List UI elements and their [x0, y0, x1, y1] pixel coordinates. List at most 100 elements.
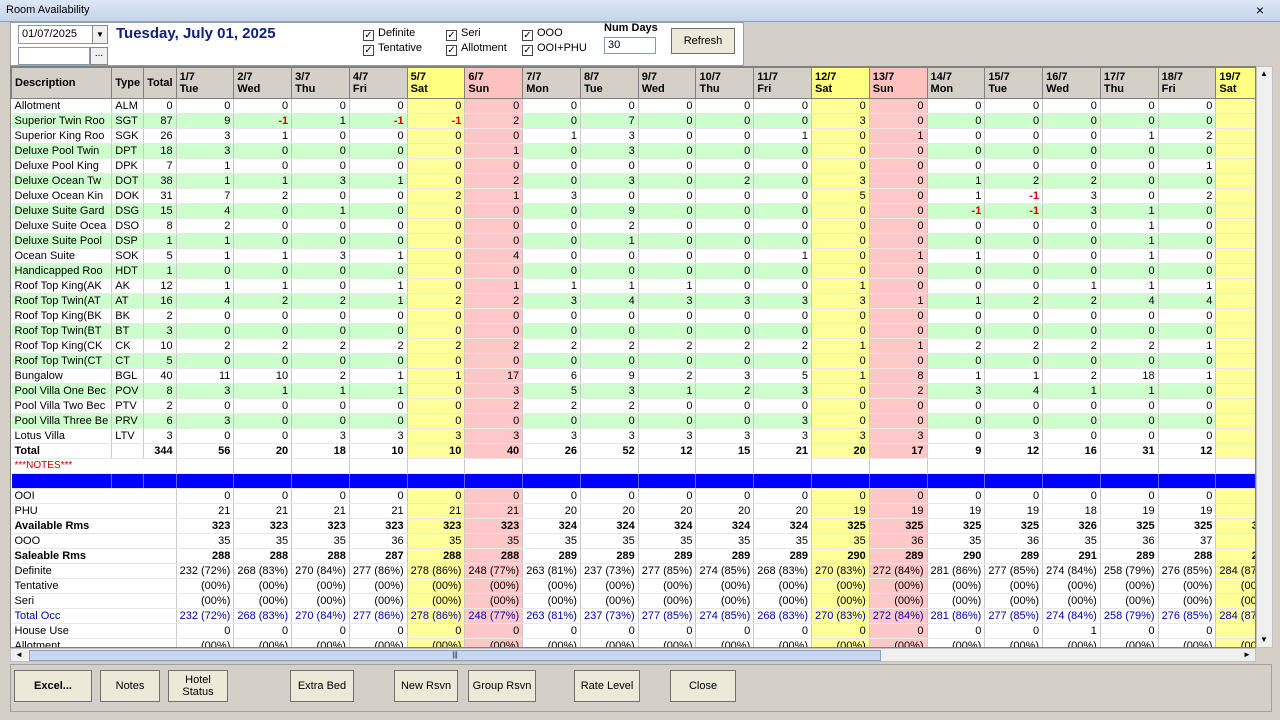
availability-cell[interactable]: 2: [407, 188, 466, 204]
availability-cell[interactable]: 0: [984, 233, 1044, 249]
availability-cell[interactable]: 0: [1158, 173, 1217, 189]
availability-cell[interactable]: 0: [869, 413, 928, 429]
availability-cell[interactable]: 0: [580, 248, 639, 264]
availability-cell[interactable]: 1: [291, 113, 350, 129]
availability-cell[interactable]: 0: [811, 128, 870, 144]
availability-cell[interactable]: 0: [1158, 248, 1217, 264]
availability-cell[interactable]: 0: [291, 323, 350, 339]
availability-cell[interactable]: 0: [407, 143, 466, 159]
availability-cell[interactable]: 0: [580, 353, 639, 369]
availability-cell[interactable]: 0: [291, 143, 350, 159]
availability-cell[interactable]: 1: [349, 368, 408, 384]
availability-cell[interactable]: 0: [407, 308, 466, 324]
notes-cell[interactable]: [1215, 458, 1255, 474]
availability-cell[interactable]: 3: [580, 428, 639, 444]
availability-cell[interactable]: 0: [1158, 308, 1217, 324]
availability-cell[interactable]: 3: [580, 173, 639, 189]
availability-cell[interactable]: 0: [580, 413, 639, 429]
availability-cell[interactable]: 0: [233, 98, 293, 114]
availability-cell[interactable]: 0: [869, 353, 928, 369]
availability-cell[interactable]: 1: [233, 248, 293, 264]
availability-cell[interactable]: 0: [811, 143, 870, 159]
availability-cell[interactable]: 0: [695, 413, 755, 429]
availability-cell[interactable]: -1: [407, 113, 466, 129]
room-row[interactable]: Deluxe Pool TwinDPT183000010300000000000…: [11, 143, 1255, 159]
availability-cell[interactable]: 0: [695, 113, 755, 129]
availability-cell[interactable]: 0: [1215, 128, 1255, 144]
availability-cell[interactable]: 0: [811, 158, 870, 174]
checkbox-icon[interactable]: ✓: [446, 30, 457, 41]
availability-cell[interactable]: 0: [1215, 98, 1255, 114]
availability-cell[interactable]: 0: [638, 233, 697, 249]
availability-cell[interactable]: 0: [753, 143, 813, 159]
availability-cell[interactable]: 0: [869, 218, 928, 234]
header-day[interactable]: 14/7 Mon: [926, 67, 986, 99]
availability-cell[interactable]: 0: [869, 398, 928, 414]
availability-cell[interactable]: 0: [464, 353, 524, 369]
availability-cell[interactable]: 0: [522, 218, 581, 234]
notes-button[interactable]: Notes: [100, 670, 160, 702]
availability-cell[interactable]: 0: [1215, 173, 1255, 189]
availability-cell[interactable]: 1: [984, 368, 1044, 384]
header-day[interactable]: 19/7 Sat: [1215, 67, 1255, 99]
availability-cell[interactable]: 1: [349, 248, 408, 264]
availability-cell[interactable]: 0: [349, 323, 408, 339]
availability-cell[interactable]: 0: [349, 128, 408, 144]
scroll-up-icon[interactable]: ▲: [1260, 69, 1268, 78]
availability-cell[interactable]: 1: [464, 143, 524, 159]
availability-cell[interactable]: 2: [580, 338, 639, 354]
availability-cell[interactable]: 0: [927, 98, 986, 114]
availability-cell[interactable]: 0: [522, 143, 581, 159]
availability-cell[interactable]: -1: [984, 203, 1044, 219]
availability-cell[interactable]: 2: [407, 293, 466, 309]
availability-cell[interactable]: 0: [984, 263, 1044, 279]
extra-bed-button[interactable]: Extra Bed: [290, 670, 354, 702]
availability-cell[interactable]: 0: [176, 428, 235, 444]
availability-cell[interactable]: 0: [407, 413, 466, 429]
room-row[interactable]: Deluxe Ocean TwDOT3811310203020301220000…: [11, 173, 1255, 189]
availability-cell[interactable]: 3: [695, 368, 755, 384]
availability-cell[interactable]: 0: [407, 383, 466, 399]
availability-cell[interactable]: 0: [1042, 398, 1101, 414]
availability-cell[interactable]: 0: [695, 218, 755, 234]
checkbox-icon[interactable]: ✓: [363, 45, 374, 56]
availability-cell[interactable]: 0: [1158, 413, 1217, 429]
header-day[interactable]: 6/7 Sun: [464, 67, 524, 99]
availability-cell[interactable]: 1: [233, 173, 293, 189]
room-row[interactable]: Roof Top King(BKBK2000000000000000000000: [11, 308, 1255, 324]
horizontal-scroll-thumb[interactable]: |||: [29, 650, 881, 661]
availability-cell[interactable]: 0: [580, 263, 639, 279]
availability-cell[interactable]: 0: [522, 113, 581, 129]
availability-cell[interactable]: 0: [695, 233, 755, 249]
availability-cell[interactable]: 0: [869, 308, 928, 324]
availability-cell[interactable]: 0: [522, 98, 581, 114]
room-row[interactable]: BungalowBGL401110211176923518112181014: [11, 368, 1255, 384]
availability-cell[interactable]: 0: [1042, 428, 1101, 444]
availability-cell[interactable]: 0: [638, 308, 697, 324]
availability-cell[interactable]: 0: [233, 413, 293, 429]
availability-cell[interactable]: 1: [464, 188, 524, 204]
availability-cell[interactable]: 1: [927, 368, 986, 384]
availability-cell[interactable]: 0: [638, 158, 697, 174]
availability-cell[interactable]: 0: [233, 323, 293, 339]
availability-cell[interactable]: 2: [176, 338, 235, 354]
availability-cell[interactable]: 0: [1042, 143, 1101, 159]
availability-cell[interactable]: 0: [291, 158, 350, 174]
availability-cell[interactable]: 0: [233, 308, 293, 324]
availability-cell[interactable]: 1: [869, 248, 928, 264]
availability-cell[interactable]: 0: [638, 263, 697, 279]
availability-cell[interactable]: 0: [927, 233, 986, 249]
checkbox-icon[interactable]: ✓: [522, 30, 533, 41]
checkbox-icon[interactable]: ✓: [363, 30, 374, 41]
availability-cell[interactable]: 0: [695, 248, 755, 264]
availability-cell[interactable]: 0: [1215, 203, 1255, 219]
availability-cell[interactable]: 0: [349, 233, 408, 249]
availability-cell[interactable]: 1: [233, 128, 293, 144]
availability-cell[interactable]: 0: [1100, 98, 1159, 114]
header-day[interactable]: 9/7 Wed: [637, 67, 697, 99]
availability-cell[interactable]: 3: [753, 293, 813, 309]
checkbox-ooo[interactable]: ✓ OOO: [522, 27, 563, 41]
room-row[interactable]: Lotus VillaLTV3003333333333303000030: [11, 428, 1255, 444]
scroll-left-icon[interactable]: ◄: [15, 650, 23, 659]
availability-cell[interactable]: 0: [984, 113, 1044, 129]
